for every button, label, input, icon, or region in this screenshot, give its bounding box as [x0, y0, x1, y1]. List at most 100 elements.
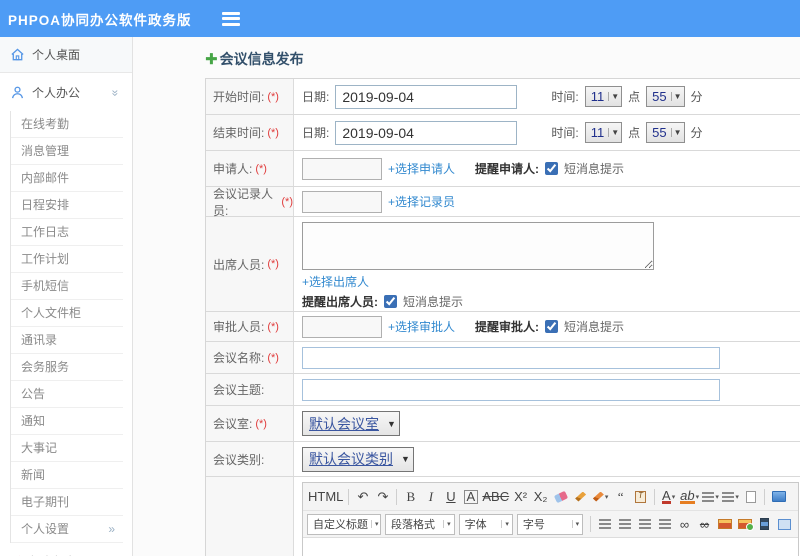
eraser-icon: [553, 490, 568, 503]
image-icon: [717, 519, 732, 529]
eraser-button[interactable]: [551, 486, 570, 507]
end-date-input[interactable]: [335, 120, 518, 145]
strikethrough-button[interactable]: ABC: [481, 486, 510, 507]
sidebar-subitem-label: 在线考勤: [21, 117, 70, 131]
unordered-list-icon: [722, 491, 735, 502]
sidebar-subitem[interactable]: 消息管理: [11, 138, 123, 165]
attendees-sms-checkbox[interactable]: [384, 295, 397, 308]
meeting-topic-input[interactable]: [302, 378, 720, 401]
hamburger-menu-icon[interactable]: [221, 11, 240, 26]
font-color-button[interactable]: A ▾: [659, 486, 678, 507]
html-source-button[interactable]: HTML: [307, 486, 344, 507]
media-button[interactable]: [755, 514, 774, 535]
sidebar-subitem[interactable]: 个人文件柜: [11, 300, 123, 327]
sidebar-subitem[interactable]: 会务服务: [11, 354, 123, 381]
select-approver-link[interactable]: +选择审批人: [388, 318, 455, 335]
font-box-button[interactable]: A: [461, 486, 480, 507]
format-painter-icon: [592, 491, 604, 502]
start-hour-select[interactable]: 11 ▼: [584, 86, 623, 107]
meeting-category-label: 会议类别:: [206, 442, 294, 476]
approver-input[interactable]: [302, 315, 382, 338]
image-button[interactable]: [715, 514, 734, 535]
required-mark: (*): [281, 195, 293, 208]
toolbar-separator: [396, 488, 398, 505]
sidebar-item-settings[interactable]: 个人设置 »: [11, 516, 123, 543]
select-attendees-link[interactable]: +选择出席人: [302, 273, 369, 290]
sidebar-subitem[interactable]: 工作计划: [11, 246, 123, 273]
select-applicant-link[interactable]: +选择申请人: [388, 160, 455, 177]
row-content-editor: HTML↶↷BIUAABCX²X₂▾“A▾ab▾▾▾ 自定义标题▾段落格式▾字体…: [206, 477, 800, 556]
font-color-icon: A: [662, 487, 671, 504]
minute-unit: 分: [690, 90, 703, 104]
sidebar-subitem[interactable]: 电子期刊: [11, 489, 123, 516]
sidebar-subitem[interactable]: 在线考勤: [11, 111, 123, 138]
attendees-textarea[interactable]: [302, 222, 654, 270]
paragraph-format-select[interactable]: 段落格式 ▾: [385, 513, 455, 535]
undo-button[interactable]: ↶: [353, 486, 372, 507]
end-hour-select[interactable]: 11 ▼: [584, 122, 623, 143]
recorder-input[interactable]: [302, 190, 382, 213]
font-family-select[interactable]: 字体 ▾: [458, 513, 513, 535]
sidebar-subitem[interactable]: 内部邮件: [11, 165, 123, 192]
redo-button[interactable]: ↷: [373, 486, 392, 507]
clean-format-button[interactable]: [571, 486, 590, 507]
new-page-button[interactable]: [741, 486, 760, 507]
paste-button[interactable]: [631, 486, 650, 507]
sidebar-item-desktop-label: 个人桌面: [32, 48, 81, 62]
align-right-button[interactable]: [635, 514, 654, 535]
fullscreen-button[interactable]: [769, 486, 788, 507]
unlink-button[interactable]: ∞: [695, 514, 714, 535]
sidebar-subitem[interactable]: 日程安排: [11, 192, 123, 219]
sidebar-subitem[interactable]: 通讯录: [11, 327, 123, 354]
font-size-select[interactable]: 字号 ▾: [516, 513, 584, 535]
sidebar-subitem[interactable]: 大事记: [11, 435, 123, 462]
highlight-color-button[interactable]: ab ▾: [679, 486, 700, 507]
unordered-list-button[interactable]: ▾: [721, 486, 740, 507]
media-icon: [760, 518, 769, 530]
bold-button[interactable]: B: [401, 486, 420, 507]
sidebar-subitem[interactable]: 公告: [11, 381, 123, 408]
end-minute-select[interactable]: 55 ▼: [646, 122, 685, 143]
applicant-sms-checkbox[interactable]: [545, 162, 559, 175]
sidebar-subitem[interactable]: 通知: [11, 408, 123, 435]
image-upload-button[interactable]: [735, 514, 754, 535]
start-date-input[interactable]: [335, 84, 518, 109]
sidebar-subitem[interactable]: 手机短信: [11, 273, 123, 300]
approver-sms-checkbox[interactable]: [545, 320, 559, 333]
sidebar-item-office[interactable]: 个人办公 »: [0, 73, 132, 111]
sidebar-subitem-label: 通讯录: [21, 333, 58, 347]
italic-button[interactable]: I: [421, 486, 440, 507]
editor-empty-label: [206, 477, 294, 556]
superscript-button[interactable]: X²: [511, 486, 530, 507]
link-button[interactable]: ∞: [675, 514, 694, 535]
meeting-category-select[interactable]: 默认会议类别 ▼: [302, 446, 414, 472]
editor-content-area[interactable]: [303, 537, 798, 556]
dropdown-arrow-icon: ▼: [670, 92, 682, 101]
subscript-button[interactable]: X₂: [531, 486, 550, 507]
applicant-label: 申请人: (*): [206, 151, 294, 186]
start-minute-select[interactable]: 55 ▼: [646, 86, 685, 107]
underline-button[interactable]: U: [441, 486, 460, 507]
app-title: PHPOA协同办公软件政务版: [8, 12, 192, 28]
align-justify-button[interactable]: [655, 514, 674, 535]
dropdown-arrow-icon: ▾: [443, 520, 451, 528]
ordered-list-button[interactable]: ▾: [701, 486, 720, 507]
blockquote-button[interactable]: “: [611, 486, 630, 507]
align-left-button[interactable]: [595, 514, 614, 535]
sidebar-item-supervision[interactable]: 督查督办 »: [0, 543, 132, 556]
sms-label: 短消息提示: [564, 162, 625, 176]
heading-style-select[interactable]: 自定义标题 ▾: [307, 513, 381, 535]
applicant-input[interactable]: [302, 157, 382, 180]
sidebar-item-desktop[interactable]: 个人桌面: [0, 37, 132, 73]
row-end-time: 结束时间:(*) 日期: 时间: 11▼ 点 55▼ 分: [206, 115, 800, 151]
align-center-button[interactable]: [615, 514, 634, 535]
sidebar-subitem[interactable]: 工作日志: [11, 219, 123, 246]
align-left-icon: [598, 519, 611, 529]
format-painter-button[interactable]: ▾: [591, 486, 610, 507]
sidebar-subitem[interactable]: 新闻: [11, 462, 123, 489]
meeting-room-select[interactable]: 默认会议室 ▼: [302, 411, 400, 436]
select-recorder-link[interactable]: +选择记录员: [388, 193, 455, 210]
fullscreen-icon: [771, 491, 786, 502]
table-button[interactable]: [775, 514, 794, 535]
meeting-name-input[interactable]: [302, 346, 720, 369]
